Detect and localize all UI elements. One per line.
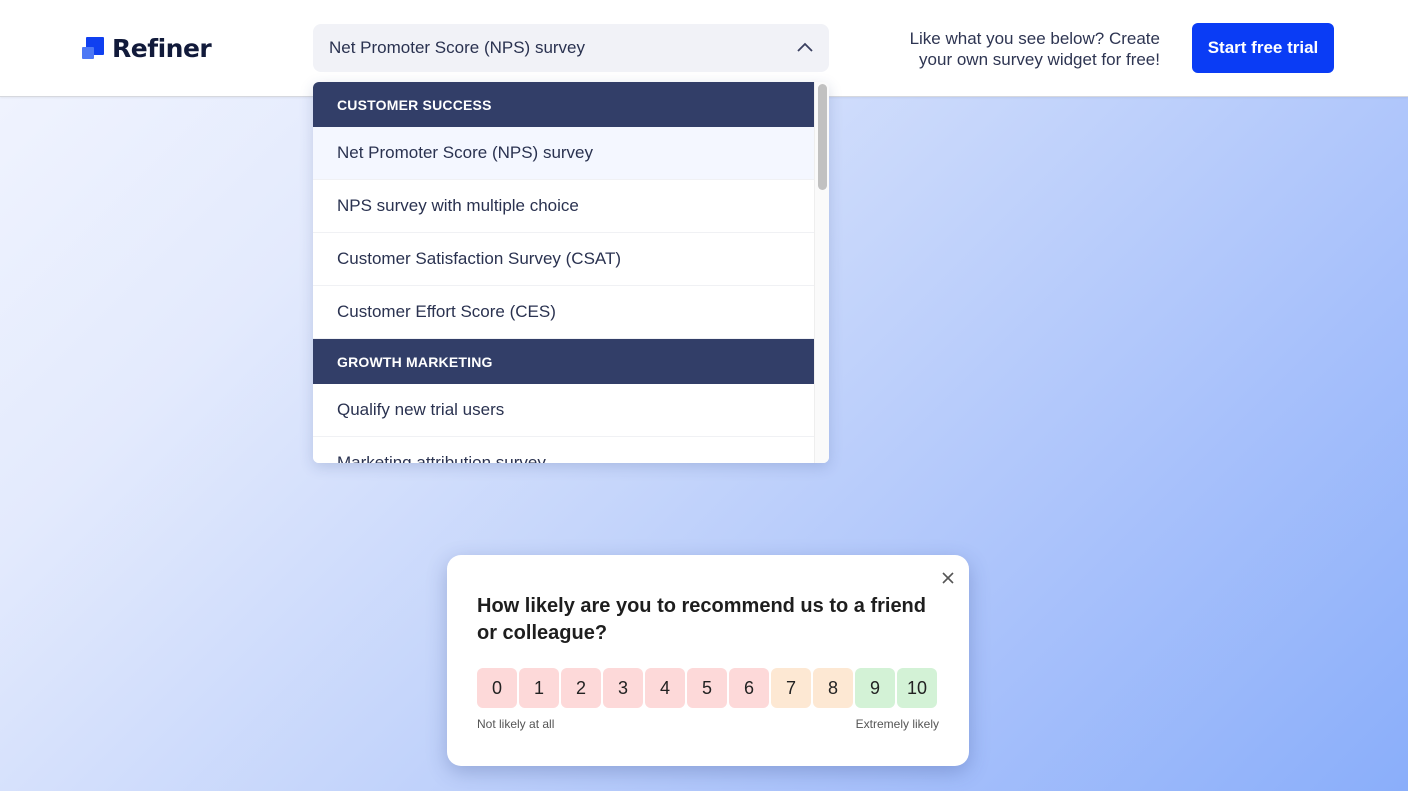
- nps-scale: 0 1 2 3 4 5 6 7 8 9 10: [477, 668, 937, 708]
- option-csat[interactable]: Customer Satisfaction Survey (CSAT): [313, 233, 814, 286]
- brand-name: Refiner: [112, 33, 212, 63]
- option-qualify-trial-users[interactable]: Qualify new trial users: [313, 384, 814, 437]
- close-icon[interactable]: [941, 571, 955, 585]
- option-nps-multiple-choice[interactable]: NPS survey with multiple choice: [313, 180, 814, 233]
- scrollbar-thumb[interactable]: [818, 84, 827, 190]
- option-label: Customer Effort Score (CES): [337, 302, 556, 321]
- option-label: NPS survey with multiple choice: [337, 196, 579, 215]
- scale-label-low: Not likely at all: [477, 717, 555, 731]
- chevron-up-icon: [797, 42, 813, 52]
- score-5[interactable]: 5: [687, 668, 727, 708]
- survey-question: How likely are you to recommend us to a …: [477, 595, 926, 644]
- option-label: Qualify new trial users: [337, 400, 505, 419]
- option-marketing-attribution[interactable]: Marketing attribution survey: [313, 437, 814, 463]
- score-8[interactable]: 8: [813, 668, 853, 708]
- score-7[interactable]: 7: [771, 668, 811, 708]
- score-4[interactable]: 4: [645, 668, 685, 708]
- group-header-growth-marketing: GROWTH MARKETING: [313, 339, 814, 384]
- option-label: Marketing attribution survey: [337, 453, 546, 463]
- score-9[interactable]: 9: [855, 668, 895, 708]
- option-nps-survey[interactable]: Net Promoter Score (NPS) survey: [313, 127, 814, 180]
- score-10[interactable]: 10: [897, 668, 937, 708]
- start-free-trial-button[interactable]: Start free trial: [1192, 23, 1334, 73]
- dropdown-list: CUSTOMER SUCCESS Net Promoter Score (NPS…: [313, 82, 814, 463]
- logo[interactable]: Refiner: [82, 33, 212, 63]
- nps-survey-widget: How likely are you to recommend us to a …: [447, 555, 969, 766]
- score-6[interactable]: 6: [729, 668, 769, 708]
- select-value: Net Promoter Score (NPS) survey: [329, 38, 586, 57]
- scale-label-high: Extremely likely: [855, 717, 939, 731]
- option-label: Customer Satisfaction Survey (CSAT): [337, 249, 622, 268]
- score-3[interactable]: 3: [603, 668, 643, 708]
- logo-icon: [82, 37, 104, 59]
- template-dropdown: CUSTOMER SUCCESS Net Promoter Score (NPS…: [313, 82, 829, 463]
- cta-text: Like what you see below? Create your own…: [909, 29, 1160, 69]
- option-ces[interactable]: Customer Effort Score (CES): [313, 286, 814, 339]
- group-header-customer-success: CUSTOMER SUCCESS: [313, 82, 814, 127]
- option-label: Net Promoter Score (NPS) survey: [337, 143, 594, 162]
- score-2[interactable]: 2: [561, 668, 601, 708]
- survey-template-select[interactable]: Net Promoter Score (NPS) survey: [313, 24, 829, 72]
- dropdown-scrollbar[interactable]: [814, 82, 829, 463]
- score-0[interactable]: 0: [477, 668, 517, 708]
- score-1[interactable]: 1: [519, 668, 559, 708]
